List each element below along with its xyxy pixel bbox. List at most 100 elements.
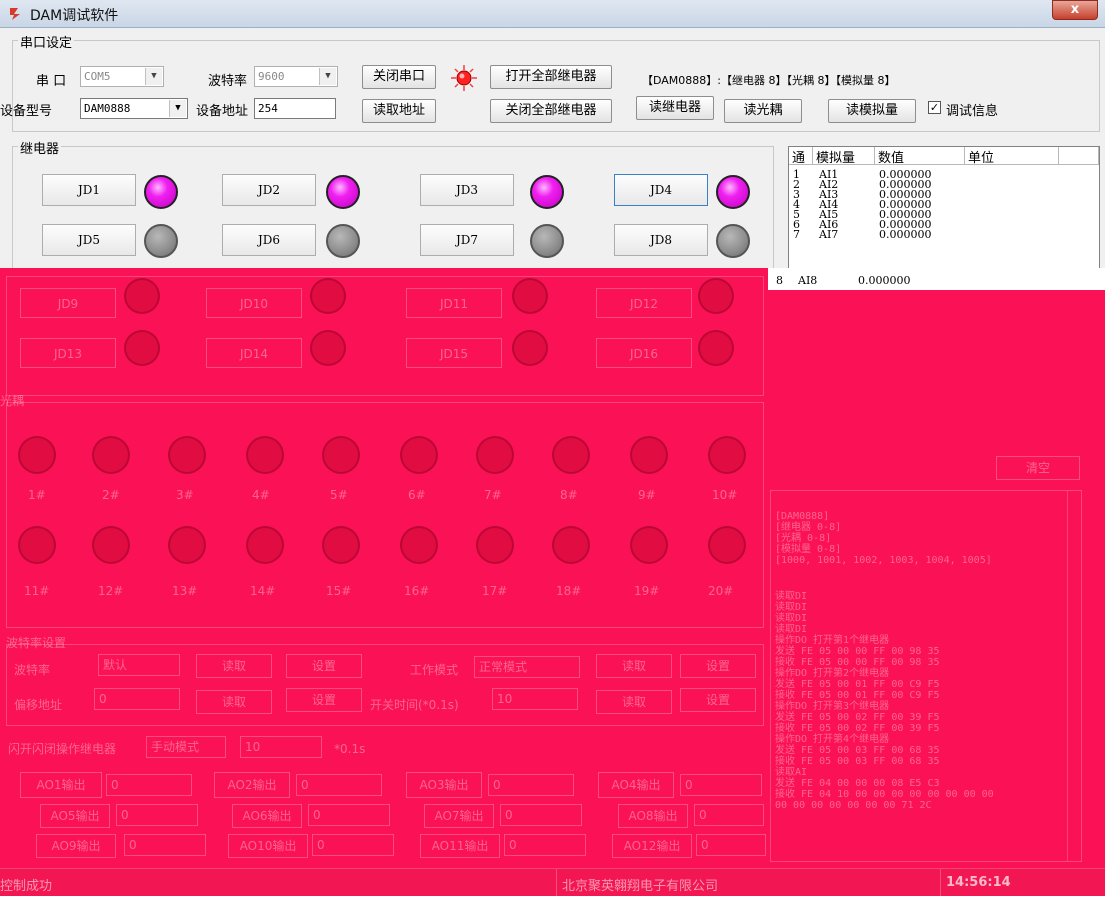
column-header-channel[interactable]: 通	[789, 147, 813, 166]
relay-button-jd8[interactable]: JD8	[614, 224, 708, 256]
baud-read-button[interactable]: 读取	[196, 654, 272, 678]
ao7-value-input[interactable]: 0	[500, 804, 582, 826]
flash-time-input[interactable]: 10	[240, 736, 322, 758]
read-optocoupler-button[interactable]: 读光耦	[724, 99, 802, 123]
ao5-value-input[interactable]: 0	[116, 804, 198, 826]
ao10-output-button[interactable]: AO10输出	[228, 834, 308, 858]
column-header-name[interactable]: 模拟量	[813, 147, 875, 166]
ao12-value-input[interactable]: 0	[696, 834, 766, 856]
relay-button-jd6[interactable]: JD6	[222, 224, 316, 256]
relay-button-jd14[interactable]: JD14	[206, 338, 302, 368]
switch-time-input[interactable]: 10	[492, 688, 578, 710]
status-message: 控制成功	[0, 879, 53, 894]
relay-button-jd3[interactable]: JD3	[420, 174, 514, 206]
chevron-down-icon: ▼	[169, 100, 186, 117]
close-all-relays-button[interactable]: 关闭全部继电器	[490, 99, 612, 123]
ao2-output-button[interactable]: AO2输出	[214, 772, 290, 798]
close-button[interactable]: x	[1052, 0, 1098, 20]
relay-led-jd5	[144, 224, 178, 258]
ao2-value-input[interactable]: 0	[296, 774, 382, 796]
ao1-output-button[interactable]: AO1输出	[20, 772, 102, 798]
column-header-value[interactable]: 数值	[875, 147, 965, 166]
relay-button-jd2[interactable]: JD2	[222, 174, 316, 206]
relay-button-jd5[interactable]: JD5	[42, 224, 136, 256]
work-mode-read-button[interactable]: 读取	[596, 654, 672, 678]
serial-settings-label: 串口设定	[18, 32, 75, 51]
debug-info-label: 调试信息	[946, 104, 999, 119]
switch-time-set-button[interactable]: 设置	[680, 688, 756, 712]
relay-button-jd16[interactable]: JD16	[596, 338, 692, 368]
ao5-output-button[interactable]: AO5输出	[40, 804, 110, 828]
corrupted-region: 8 AI8 0.000000 JD9 JD10 JD11 JD12 JD13 J…	[0, 268, 1105, 896]
port-select[interactable]: COM5 ▼	[80, 66, 164, 87]
relay-led-jd14	[310, 330, 346, 366]
relay-led-jd16	[698, 330, 734, 366]
relay-button-jd11[interactable]: JD11	[406, 288, 502, 318]
opto-led-17	[476, 526, 514, 564]
read-address-button[interactable]: 读取地址	[362, 99, 436, 123]
flash-mode-select[interactable]: 手动模式	[146, 736, 226, 758]
log-line: 操作DO 打开第2个继电器	[775, 668, 890, 679]
log-line: [1000, 1001, 1002, 1003, 1004, 1005]	[775, 555, 992, 566]
relay-button-jd1[interactable]: JD1	[42, 174, 136, 206]
offset-read-button[interactable]: 读取	[196, 690, 272, 714]
opto-label-15: 15#	[326, 584, 352, 598]
opto-led-3	[168, 436, 206, 474]
ao4-output-button[interactable]: AO4输出	[598, 772, 674, 798]
ao12-output-button[interactable]: AO12输出	[612, 834, 692, 858]
relay-button-jd15[interactable]: JD15	[406, 338, 502, 368]
ao7-output-button[interactable]: AO7输出	[424, 804, 494, 828]
relay-button-jd12[interactable]: JD12	[596, 288, 692, 318]
opto-led-13	[168, 526, 206, 564]
opto-led-6	[400, 436, 438, 474]
relay-button-jd10[interactable]: JD10	[206, 288, 302, 318]
ao3-output-button[interactable]: AO3输出	[406, 772, 482, 798]
opto-led-12	[92, 526, 130, 564]
clear-log-button[interactable]: 清空	[996, 456, 1080, 480]
relay-button-jd4[interactable]: JD4	[614, 174, 708, 206]
column-header-blank	[1059, 147, 1099, 165]
switch-time-read-button[interactable]: 读取	[596, 690, 672, 714]
window-title: DAM调试软件	[30, 8, 119, 24]
relay-button-jd13[interactable]: JD13	[20, 338, 116, 368]
relay-led-jd15	[512, 330, 548, 366]
log-scrollbar[interactable]	[1067, 491, 1081, 861]
device-model-select[interactable]: DAM0888 ▼	[80, 98, 188, 119]
ao6-output-button[interactable]: AO6输出	[232, 804, 302, 828]
log-panel[interactable]: [DAM0888] [继电器 0-8] [光耦 0-8] [模拟量 0-8] […	[770, 490, 1082, 862]
column-header-unit[interactable]: 单位	[965, 147, 1059, 166]
close-port-button[interactable]: 关闭串口	[362, 65, 436, 89]
debug-info-checkbox[interactable]: ✓	[928, 101, 941, 114]
baud-set-button[interactable]: 设置	[286, 654, 362, 678]
relay-led-jd3	[530, 175, 564, 209]
port-label: 串 口	[36, 74, 67, 89]
baud-setting-select[interactable]: 默认	[98, 654, 180, 676]
ao9-output-button[interactable]: AO9输出	[36, 834, 116, 858]
read-analog-button[interactable]: 读模拟量	[828, 99, 916, 123]
read-relays-button[interactable]: 读继电器	[636, 96, 714, 120]
device-address-input[interactable]: 254	[254, 98, 336, 119]
ao6-value-input[interactable]: 0	[308, 804, 390, 826]
ao11-value-input[interactable]: 0	[504, 834, 586, 856]
ao1-value-input[interactable]: 0	[106, 774, 192, 796]
baud-select[interactable]: 9600 ▼	[254, 66, 338, 87]
ao10-value-input[interactable]: 0	[312, 834, 394, 856]
ao3-value-input[interactable]: 0	[488, 774, 574, 796]
relay-button-jd9[interactable]: JD9	[20, 288, 116, 318]
ao8-value-input[interactable]: 0	[694, 804, 764, 826]
ao4-value-input[interactable]: 0	[680, 774, 762, 796]
log-line: 接收 FE 05 00 03 FF 00 68 35	[775, 756, 940, 767]
ao8-output-button[interactable]: AO8输出	[618, 804, 688, 828]
offset-set-button[interactable]: 设置	[286, 688, 362, 712]
open-all-relays-button[interactable]: 打开全部继电器	[490, 65, 612, 89]
work-mode-set-button[interactable]: 设置	[680, 654, 756, 678]
log-line: 发送 FE 05 00 02 FF 00 39 F5	[775, 712, 940, 723]
close-icon: x	[1070, 2, 1080, 17]
relay-button-jd7[interactable]: JD7	[420, 224, 514, 256]
offset-address-input[interactable]: 0	[94, 688, 180, 710]
opto-led-7	[476, 436, 514, 474]
ao11-output-button[interactable]: AO11输出	[420, 834, 500, 858]
ao9-value-input[interactable]: 0	[124, 834, 206, 856]
work-mode-select[interactable]: 正常模式	[474, 656, 580, 678]
opto-led-19	[630, 526, 668, 564]
